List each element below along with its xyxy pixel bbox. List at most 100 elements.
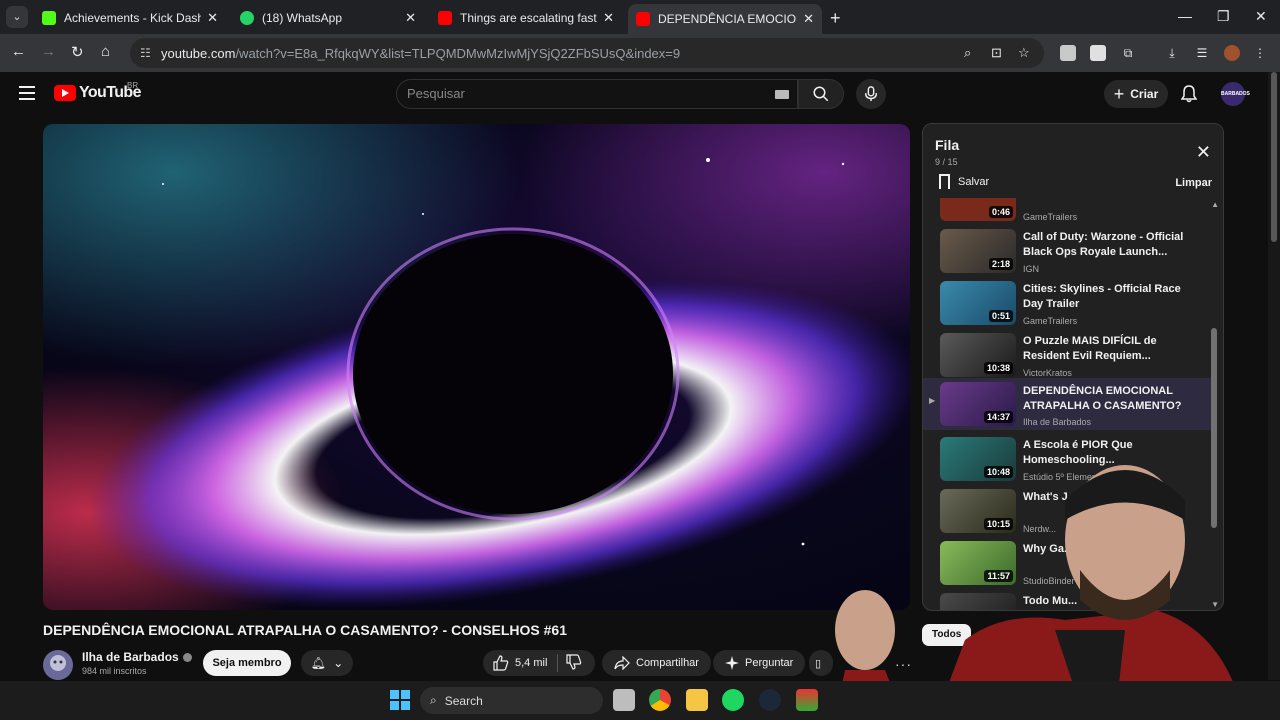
- reload-icon[interactable]: ↻: [71, 43, 84, 61]
- video-thumbnail: 0:46: [940, 198, 1016, 221]
- page-scroll-thumb[interactable]: [1271, 72, 1277, 242]
- search-input[interactable]: [407, 86, 767, 101]
- ask-button[interactable]: Perguntar: [713, 650, 806, 676]
- item-title: Call of Duty: Warzone - Official Black O…: [1023, 231, 1184, 258]
- queue-item-now-playing[interactable]: ▶ 14:37 DEPENDÊNCIA EMOCIONAL ATRAPALHA …: [923, 378, 1213, 430]
- taskbar-search[interactable]: ⌕ Search: [420, 687, 603, 714]
- streamer-webcam-image: [835, 465, 1245, 720]
- queue-item[interactable]: 2:18 Call of Duty: Warzone - Official Bl…: [923, 228, 1213, 280]
- verified-icon: [182, 653, 192, 663]
- channel-avatar[interactable]: [43, 650, 73, 680]
- new-tab-button[interactable]: +: [830, 8, 841, 29]
- windows-start-icon[interactable]: [389, 689, 411, 711]
- browser-toolbar: ← → ↻ ⌂ ☷ youtube.com/watch?v=E8a_RfqkqW…: [0, 34, 1280, 72]
- now-playing-icon: ▶: [929, 396, 936, 405]
- back-arrow-icon[interactable]: ←: [11, 43, 26, 60]
- restore-icon[interactable]: ❐: [1217, 8, 1230, 25]
- tab-youtube-active[interactable]: DEPENDÊNCIA EMOCIONAL AT ✕: [628, 4, 822, 34]
- close-icon[interactable]: ✕: [803, 11, 814, 27]
- extensions-puzzle-icon[interactable]: ⧉: [1120, 45, 1136, 61]
- bookmark-icon: [939, 174, 950, 189]
- extension-icon[interactable]: [1090, 45, 1106, 61]
- app-icon[interactable]: [796, 689, 818, 711]
- menu-icon[interactable]: [19, 86, 35, 100]
- tab-title: (18) WhatsApp: [262, 11, 343, 25]
- forward-arrow-icon[interactable]: →: [41, 43, 56, 60]
- queue-item[interactable]: 10:38 O Puzzle MAIS DIFÍCIL de Resident …: [923, 332, 1213, 384]
- subscription-bell-button[interactable]: 🔔︎ ⌄: [301, 650, 353, 676]
- media-controls-icon[interactable]: ☰: [1194, 45, 1210, 61]
- like-dislike-group: 5,4 mil: [483, 650, 595, 676]
- channel-name[interactable]: Ilha de Barbados: [82, 650, 192, 664]
- like-button[interactable]: 5,4 mil: [483, 655, 547, 671]
- file-explorer-icon[interactable]: [686, 689, 708, 711]
- page-scrollbar[interactable]: [1268, 72, 1280, 680]
- search-button[interactable]: [798, 79, 844, 109]
- chrome-icon[interactable]: [649, 689, 671, 711]
- voice-search-button[interactable]: [856, 79, 886, 109]
- tab-search-button[interactable]: ⌄: [6, 6, 28, 28]
- save-queue-button[interactable]: Salvar: [939, 174, 989, 189]
- home-icon[interactable]: ⌂: [101, 43, 110, 60]
- thumbs-up-icon: [493, 655, 509, 671]
- tab-title: Achievements - Kick Dashboard: [64, 11, 202, 25]
- join-button[interactable]: Seja membro: [203, 650, 291, 676]
- sparkle-icon: [725, 656, 739, 670]
- duration-badge: 10:38: [983, 362, 1013, 374]
- whatsapp-icon: [240, 11, 254, 25]
- youtube-play-icon: [54, 85, 76, 101]
- search-field[interactable]: [396, 79, 798, 109]
- create-label: Criar: [1130, 87, 1159, 101]
- kick-icon: [42, 11, 56, 25]
- address-bar[interactable]: ☷ youtube.com/watch?v=E8a_RfqkqWY&list=T…: [130, 38, 1044, 68]
- share-label: Compartilhar: [636, 657, 699, 669]
- zoom-search-icon[interactable]: ⌕: [964, 45, 971, 61]
- queue-position: 9 / 15: [935, 157, 958, 167]
- tab-youtube-escalating[interactable]: Things are escalating fast.. - You ✕: [430, 4, 622, 32]
- share-button[interactable]: Compartilhar: [602, 650, 711, 676]
- search-icon: [813, 86, 829, 102]
- microphone-icon: [864, 86, 878, 102]
- keyboard-icon[interactable]: [775, 90, 789, 99]
- profile-avatar[interactable]: [1224, 45, 1240, 61]
- tab-kick-dashboard[interactable]: Achievements - Kick Dashboard ✕: [34, 4, 226, 32]
- bookmark-star-icon[interactable]: ☆: [1018, 45, 1030, 61]
- channel-row: Ilha de Barbados 984 mil inscritos Seja …: [43, 648, 913, 680]
- install-app-icon[interactable]: ⊡: [991, 45, 1002, 61]
- browser-menu-icon[interactable]: ⋮: [1252, 45, 1268, 61]
- downloads-icon[interactable]: ⤓: [1164, 45, 1180, 61]
- plus-icon: +: [1113, 83, 1125, 104]
- account-avatar[interactable]: BARBADOS: [1221, 82, 1250, 106]
- extension-icon[interactable]: [1060, 45, 1076, 61]
- video-thumbnail: 14:37: [940, 382, 1016, 426]
- clear-queue-button[interactable]: Limpar: [1175, 177, 1212, 189]
- window-close-icon[interactable]: ✕: [1255, 8, 1267, 25]
- item-channel: Ilha de Barbados: [1023, 417, 1092, 427]
- video-thumbnail: 10:38: [940, 333, 1016, 377]
- tab-title: Things are escalating fast.. - You: [460, 11, 597, 25]
- close-icon[interactable]: ✕: [603, 10, 614, 26]
- duration-badge: 14:37: [983, 411, 1013, 423]
- notifications-bell-icon[interactable]: [1180, 85, 1198, 108]
- minimize-icon[interactable]: —: [1178, 8, 1192, 24]
- steam-icon[interactable]: [759, 689, 781, 711]
- share-icon: [614, 656, 630, 670]
- queue-header: Fila 9 / 15 ✕ Salvar Limpar: [923, 124, 1223, 198]
- queue-item[interactable]: 0:51 Cities: Skylines - Official Race Da…: [923, 280, 1213, 332]
- queue-item[interactable]: 0:46 GameTrailers: [923, 198, 1213, 228]
- duration-badge: 0:51: [988, 310, 1013, 322]
- site-settings-icon[interactable]: ☷: [140, 46, 151, 60]
- close-icon[interactable]: ✕: [405, 10, 416, 26]
- video-player[interactable]: [43, 124, 910, 610]
- windows-taskbar: ⌕ Search: [0, 681, 1280, 720]
- create-button[interactable]: + Criar: [1104, 80, 1168, 108]
- spotify-icon[interactable]: [722, 689, 744, 711]
- youtube-logo[interactable]: YouTube BR: [54, 81, 141, 102]
- thumbs-down-icon: [566, 653, 582, 670]
- close-icon[interactable]: ✕: [207, 10, 218, 26]
- dislike-button[interactable]: [566, 653, 582, 673]
- tab-whatsapp[interactable]: (18) WhatsApp ✕: [232, 4, 424, 32]
- duration-badge: 2:18: [988, 258, 1013, 270]
- close-icon[interactable]: ✕: [1196, 142, 1211, 163]
- task-view-icon[interactable]: [613, 689, 635, 711]
